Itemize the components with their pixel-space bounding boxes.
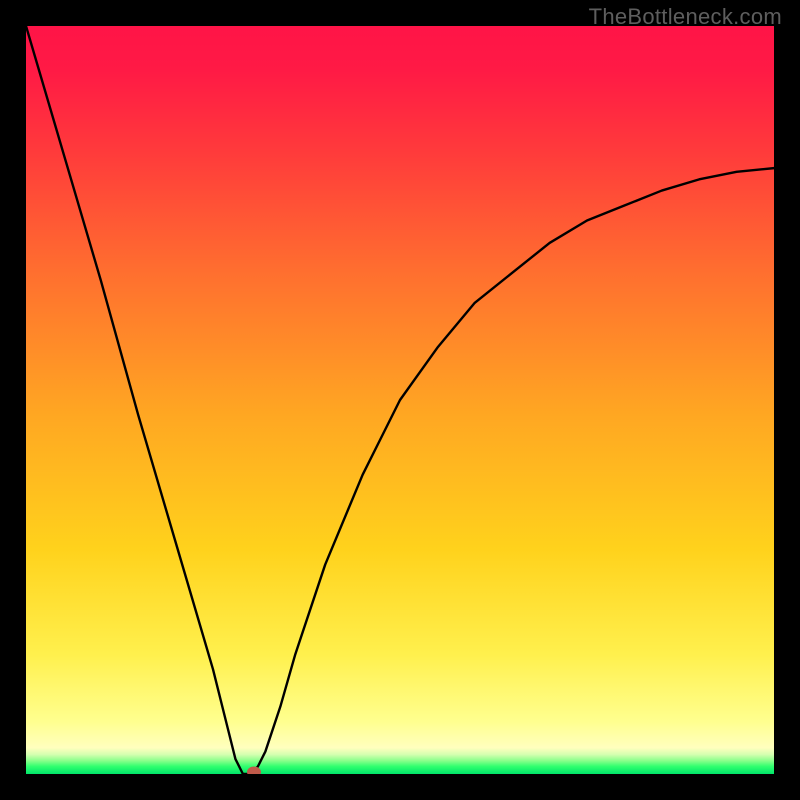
chart-stage: TheBottleneck.com [0,0,800,800]
plot-frame [26,26,774,774]
watermark-text: TheBottleneck.com [589,4,782,30]
optimum-marker [247,766,261,774]
bottleneck-curve [26,26,774,774]
